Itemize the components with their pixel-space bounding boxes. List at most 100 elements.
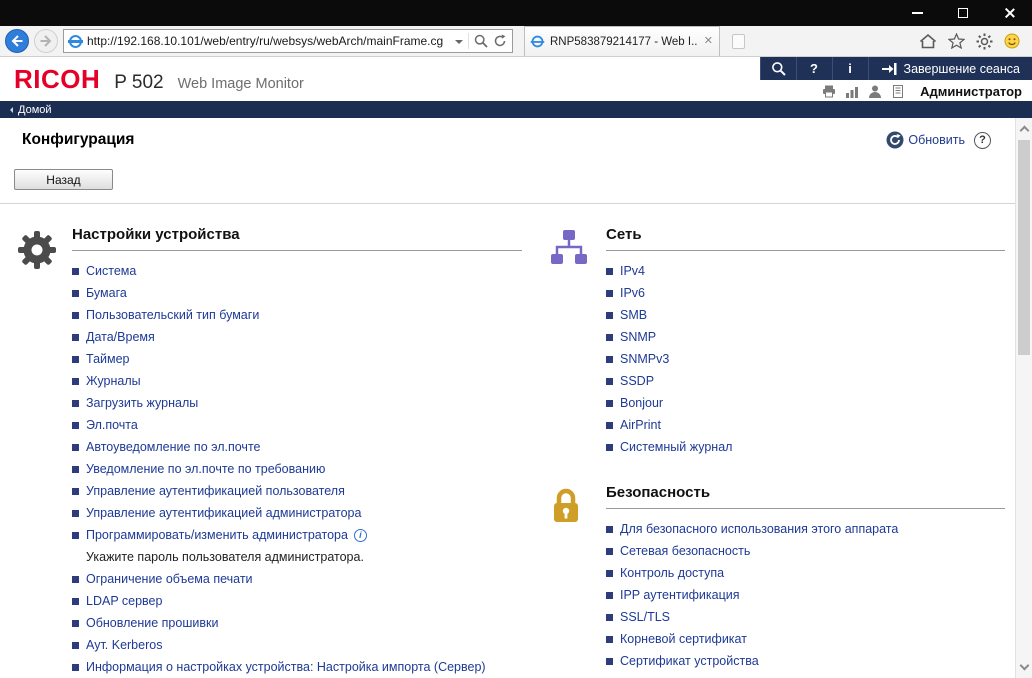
config-list-item: Управление аутентификацией пользователя [72, 480, 522, 502]
config-link[interactable]: Эл.почта [86, 418, 138, 432]
browser-action-icons [919, 33, 1027, 50]
config-link[interactable]: IPv4 [620, 264, 645, 278]
config-link[interactable]: IPv6 [620, 286, 645, 300]
chevron-down-icon [1019, 661, 1029, 671]
config-link[interactable]: Дата/Время [86, 330, 155, 344]
document-status-icon[interactable] [891, 85, 905, 98]
browser-window: http://192.168.10.101/web/entry/ru/websy… [0, 0, 1032, 678]
scrollbar-down-button[interactable] [1016, 659, 1032, 676]
section-title-device-settings: Настройки устройства [72, 226, 522, 251]
config-link[interactable]: Ограничение объема печати [86, 572, 253, 586]
bullet-square-icon [72, 664, 79, 671]
config-link[interactable]: Уведомление по эл.почте по требованию [86, 462, 325, 476]
config-link[interactable]: Аут. Kerberos [86, 638, 162, 652]
window-maximize-button[interactable] [940, 0, 986, 26]
logout-button[interactable]: Завершение сеанса [868, 57, 1032, 80]
config-link[interactable]: Управление аутентификацией администратор… [86, 506, 361, 520]
bullet-square-icon [72, 532, 79, 539]
address-search-icon[interactable] [474, 34, 488, 48]
config-link[interactable]: Контроль доступа [620, 566, 724, 580]
config-link[interactable]: SMB [620, 308, 647, 322]
printer-status-icon[interactable] [822, 85, 836, 98]
config-link[interactable]: SSL/TLS [620, 610, 670, 624]
config-columns: Настройки устройства Система Бумага Пользо… [0, 204, 1015, 678]
config-link[interactable]: LDAP сервер [86, 594, 162, 608]
config-link[interactable]: SNMP [620, 330, 656, 344]
feedback-smiley-icon[interactable] [1004, 33, 1020, 49]
config-list-item: Аут. Kerberos [72, 634, 522, 656]
header-help-button[interactable]: ? [796, 57, 832, 80]
config-list-item: Эл.почта [72, 414, 522, 436]
back-page-button[interactable]: Назад [14, 169, 113, 190]
new-tab-button[interactable] [725, 30, 751, 52]
config-link[interactable]: Корневой сертификат [620, 632, 747, 646]
config-link[interactable]: Журналы [86, 374, 141, 388]
tab-favicon-icon [532, 36, 544, 48]
config-list-item: Сертификат устройства [606, 650, 1005, 672]
scrollbar-up-button[interactable] [1016, 120, 1032, 137]
window-titlebar [0, 0, 1032, 26]
back-button[interactable] [5, 29, 29, 53]
config-link[interactable]: Для безопасного использования этого аппа… [620, 522, 898, 536]
config-list-item: Система [72, 260, 522, 282]
section-icon-box [548, 484, 606, 672]
section-network: Сеть IPv4IPv6SMBSNMPSNMPv3SSDPBonjourAir… [548, 226, 1005, 458]
config-link[interactable]: Информация о настройках устройства: Наст… [86, 660, 486, 674]
config-link[interactable]: SNMPv3 [620, 352, 669, 366]
section-security: Безопасность Для безопасного использован… [548, 484, 1005, 672]
bullet-square-icon [72, 510, 79, 517]
config-link[interactable]: IPP аутентификация [620, 588, 739, 602]
header-info-button[interactable]: i [832, 57, 868, 80]
home-icon[interactable] [919, 33, 937, 49]
config-link[interactable]: Таймер [86, 352, 130, 366]
bullet-square-icon [606, 290, 613, 297]
lock-icon [548, 486, 584, 526]
config-list-item: Пользовательский тип бумаги [72, 304, 522, 326]
config-list-item: LDAP сервер [72, 590, 522, 612]
address-refresh-icon[interactable] [493, 34, 507, 48]
config-link[interactable]: Пользовательский тип бумаги [86, 308, 259, 322]
header-search-button[interactable] [760, 57, 796, 80]
config-link[interactable]: Бумага [86, 286, 127, 300]
breadcrumb-home-link[interactable]: Домой [18, 104, 52, 116]
config-link[interactable]: Обновление прошивки [86, 616, 218, 630]
forward-button[interactable] [34, 29, 58, 53]
config-link[interactable]: Загрузить журналы [86, 396, 198, 410]
user-status-icon[interactable] [868, 85, 882, 98]
page-help-button[interactable]: ? [974, 132, 991, 149]
tab-title: RNP583879214177 - Web I... [550, 36, 698, 48]
tab-close-button[interactable]: ✕ [704, 36, 713, 47]
bullet-square-icon [606, 592, 613, 599]
window-minimize-button[interactable] [894, 0, 940, 26]
config-link[interactable]: SSDP [620, 374, 654, 388]
config-link[interactable]: Система [86, 264, 136, 278]
page-title: Конфигурация [22, 131, 134, 149]
config-link[interactable]: Сетевая безопасность [620, 544, 750, 558]
config-list-item: SSDP [606, 370, 1005, 392]
config-link[interactable]: AirPrint [620, 418, 661, 432]
config-link[interactable]: Сертификат устройства [620, 654, 759, 668]
config-link[interactable]: Управление аутентификацией пользователя [86, 484, 345, 498]
bullet-square-icon [72, 466, 79, 473]
config-list-item: Программировать/изменить администратора i [72, 524, 522, 546]
config-link[interactable]: Системный журнал [620, 440, 732, 454]
bullet-square-icon [72, 488, 79, 495]
address-dropdown-caret[interactable] [455, 40, 463, 48]
settings-gear-icon[interactable] [976, 33, 993, 50]
header-toolbar: ? i Завершение сеанса [760, 57, 1032, 80]
window-close-button[interactable] [986, 0, 1032, 26]
scrollbar-thumb[interactable] [1018, 140, 1030, 355]
config-link[interactable]: Программировать/изменить администратора [86, 528, 348, 542]
config-list-item: Автоуведомление по эл.почте [72, 436, 522, 458]
vertical-scrollbar[interactable] [1015, 118, 1032, 678]
address-url[interactable]: http://192.168.10.101/web/entry/ru/websy… [87, 34, 450, 48]
refresh-button[interactable]: Обновить [886, 131, 965, 149]
address-bar[interactable]: http://192.168.10.101/web/entry/ru/websy… [63, 29, 513, 53]
config-link[interactable]: Bonjour [620, 396, 663, 410]
favorites-star-icon[interactable] [948, 33, 965, 49]
config-link[interactable]: Автоуведомление по эл.почте [86, 440, 260, 454]
info-icon[interactable]: i [354, 529, 367, 542]
bullet-square-icon [606, 378, 613, 385]
browser-tab[interactable]: RNP583879214177 - Web I... ✕ [524, 26, 720, 56]
network-status-icon[interactable] [845, 85, 859, 98]
